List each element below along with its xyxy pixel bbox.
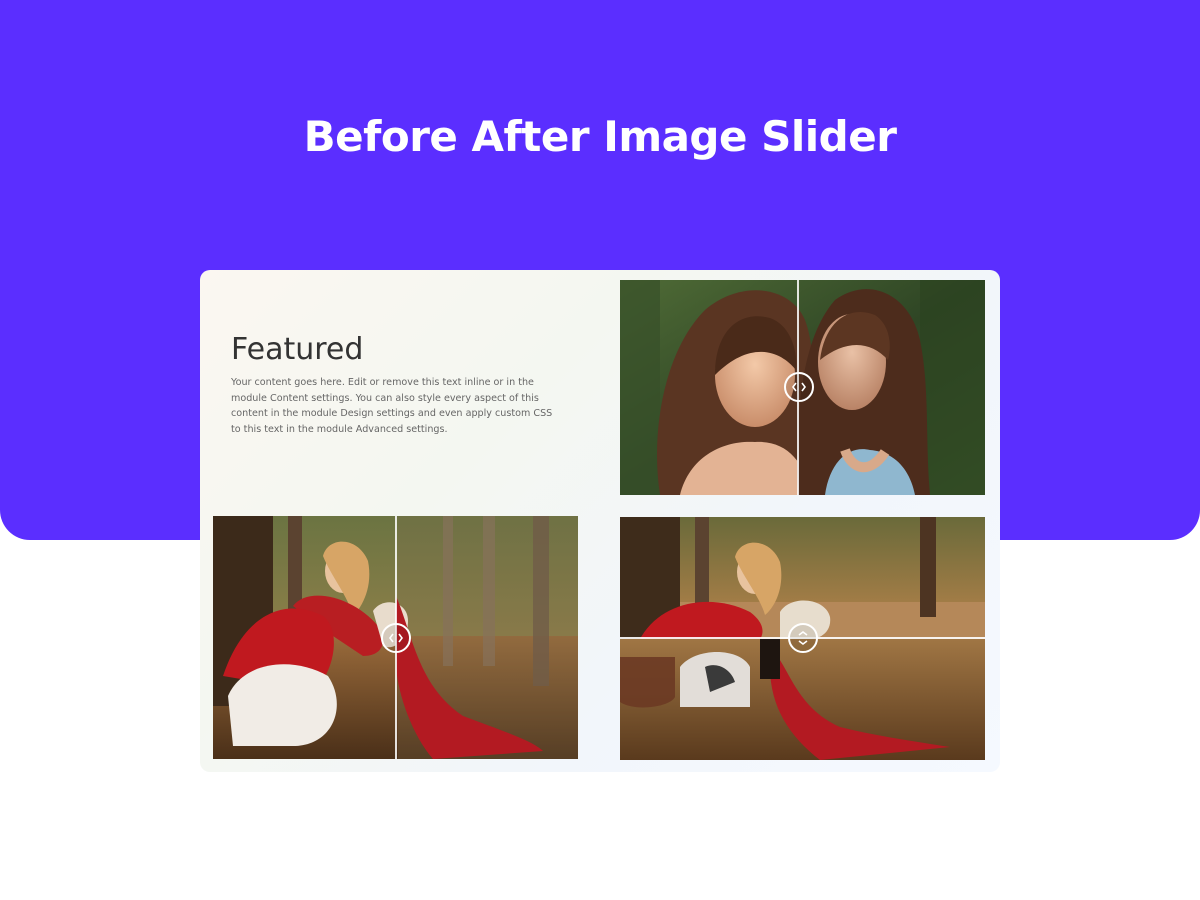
chevron-up-down-icon	[798, 631, 808, 645]
slider-handle[interactable]	[381, 623, 411, 653]
before-after-slider-forest-horizontal[interactable]	[213, 516, 578, 759]
featured-heading: Featured	[231, 332, 364, 367]
slider-handle[interactable]	[784, 372, 814, 402]
chevron-left-right-icon	[389, 633, 403, 643]
page-title: Before After Image Slider	[303, 112, 897, 161]
featured-card: Featured Your content goes here. Edit or…	[200, 270, 1000, 772]
chevron-left-right-icon	[792, 382, 806, 392]
before-after-slider-portrait[interactable]	[620, 280, 985, 495]
before-after-slider-forest-vertical[interactable]	[620, 517, 985, 760]
featured-body-text: Your content goes here. Edit or remove t…	[231, 377, 553, 435]
slider-handle[interactable]	[788, 623, 818, 653]
